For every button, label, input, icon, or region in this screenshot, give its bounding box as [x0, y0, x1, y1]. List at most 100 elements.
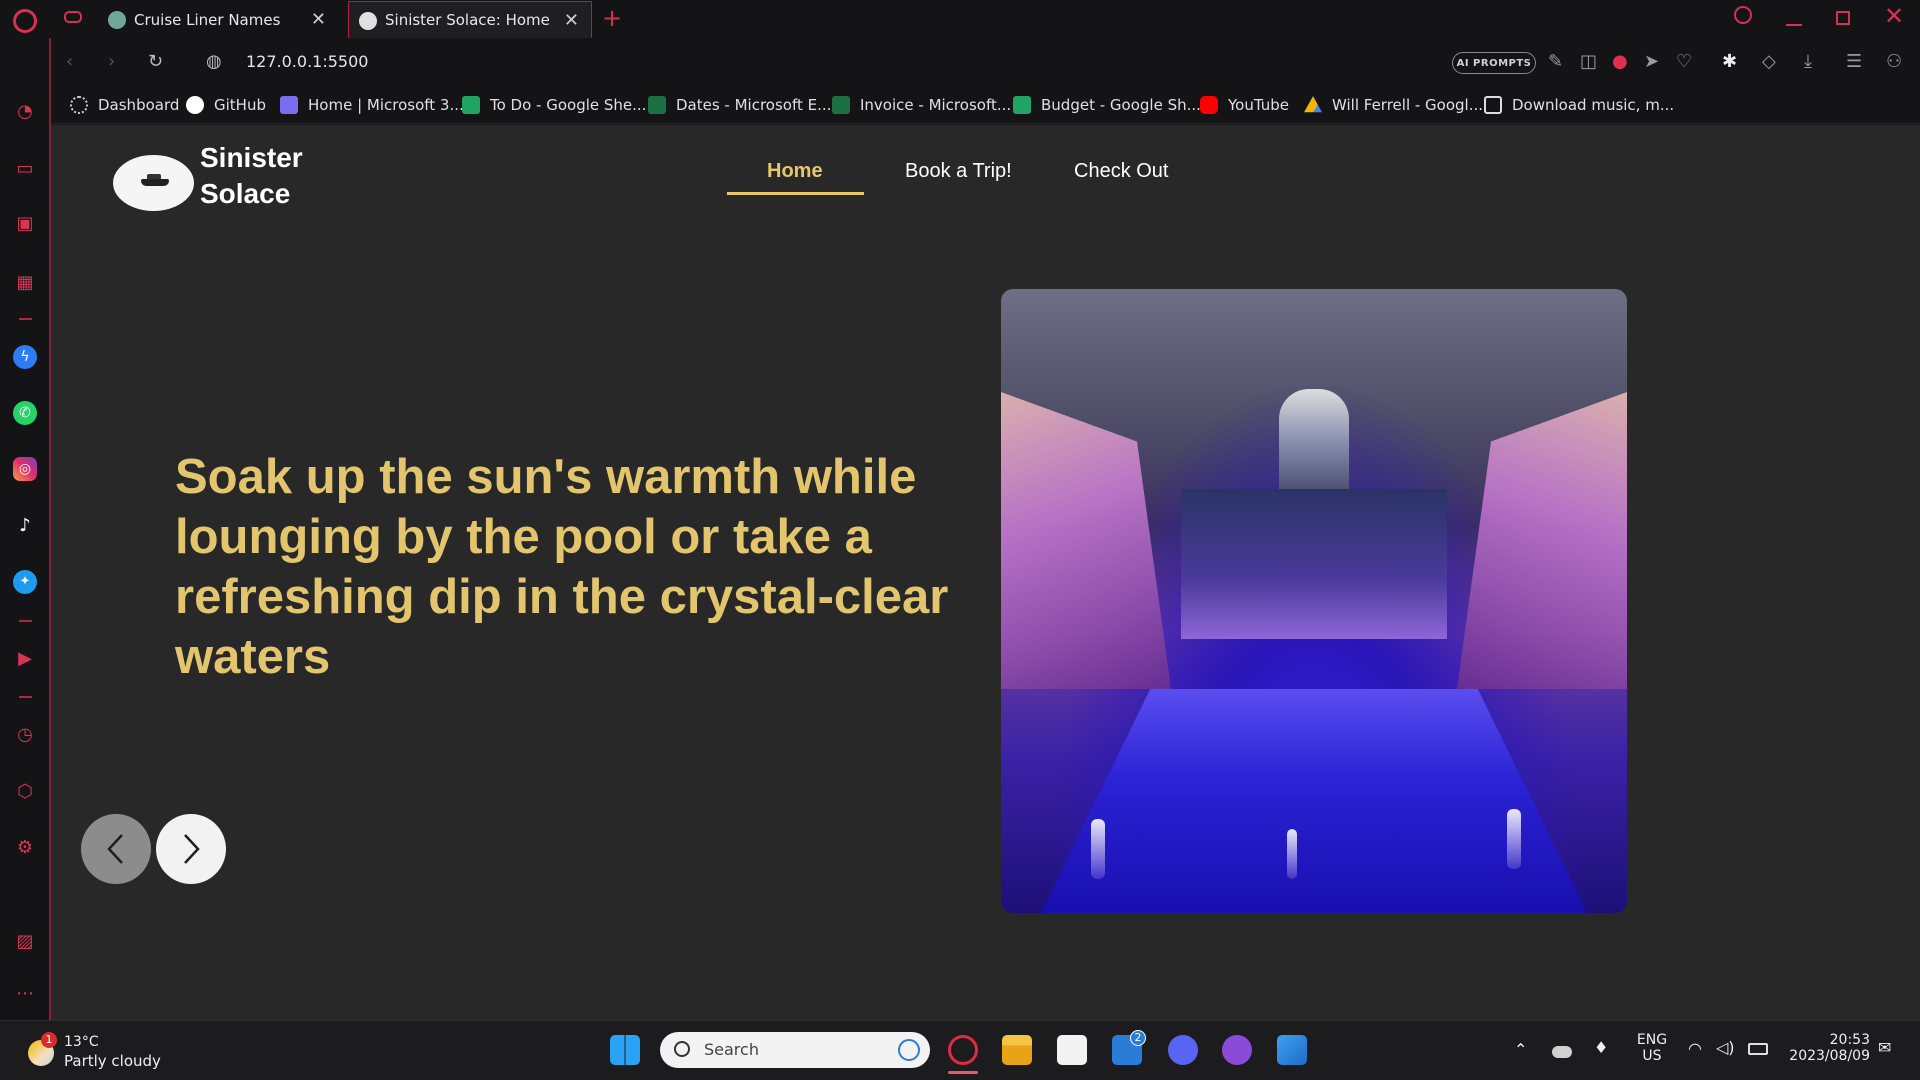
discord-icon[interactable] — [1168, 1035, 1198, 1065]
language-indicator[interactable]: ENG US — [1632, 1032, 1672, 1064]
tab-title: Sinister Solace: Home — [385, 11, 550, 29]
image-light-center — [1287, 829, 1297, 879]
chevron-right-icon — [184, 834, 200, 864]
bookmark-will-ferrell-drive[interactable]: Will Ferrell - Googl... — [1304, 94, 1483, 116]
clock[interactable]: 20:53 2023/08/09 — [1784, 1032, 1870, 1064]
sidebar-separator — [19, 620, 32, 622]
whatsapp-icon[interactable]: ✆ — [13, 401, 37, 425]
vpn-shield-icon[interactable]: ● — [1612, 52, 1628, 72]
github-icon — [186, 96, 204, 114]
extension-icon[interactable]: ✱ — [1722, 52, 1737, 72]
back-icon[interactable]: ‹ — [66, 52, 73, 72]
show-hidden-icons-chevron-icon[interactable]: ⌃ — [1514, 1040, 1527, 1059]
bing-icon — [898, 1039, 920, 1061]
close-tab-icon[interactable]: ✕ — [564, 10, 579, 31]
history-clock-icon[interactable]: ◷ — [13, 723, 37, 747]
instagram-icon[interactable]: ◎ — [13, 457, 37, 481]
cube-icon[interactable]: ◇ — [1762, 52, 1776, 72]
ai-prompts-button[interactable]: AI PROMPTS — [1452, 52, 1536, 74]
opera-logo-icon[interactable] — [13, 9, 37, 33]
camera-icon[interactable]: ◫ — [1580, 52, 1597, 72]
reload-icon[interactable]: ↻ — [148, 52, 163, 72]
weather-widget[interactable]: 1 13°C Partly cloudy — [24, 1032, 184, 1072]
bookmark-budget-sheets[interactable]: Budget - Google Sh... — [1013, 94, 1201, 116]
site-logo[interactable] — [113, 155, 194, 211]
bookmark-label: Download music, m... — [1512, 96, 1675, 114]
ship-hull — [141, 179, 169, 186]
image-pool — [1041, 689, 1587, 913]
bookmark-github[interactable]: GitHub — [186, 94, 266, 116]
microsoft-store-icon[interactable] — [1057, 1035, 1087, 1065]
speed-dial-icon[interactable]: ◔ — [13, 100, 37, 124]
image-light-right — [1507, 809, 1521, 869]
taskbar-search-box[interactable]: Search — [660, 1032, 930, 1068]
nav-book-a-trip[interactable]: Book a Trip! — [905, 160, 1012, 183]
bookmark-youtube[interactable]: YouTube — [1200, 94, 1289, 116]
nav-check-out[interactable]: Check Out — [1074, 160, 1168, 183]
search-tabs-icon[interactable] — [1734, 6, 1752, 24]
site-info-globe-icon[interactable]: ◍ — [206, 52, 222, 72]
notifications-icon[interactable]: ✉ — [1878, 1038, 1891, 1057]
more-dots-icon[interactable]: ⋯ — [13, 982, 37, 1006]
new-tab-plus-icon[interactable]: + — [602, 4, 622, 32]
volume-icon[interactable]: ◁) — [1716, 1038, 1735, 1057]
shopping-bag-icon[interactable]: ▭ — [13, 157, 37, 181]
tab-cruise-liner-names[interactable]: Cruise Liner Names ✕ — [98, 1, 338, 38]
microphone-icon[interactable]: ♦ — [1594, 1038, 1608, 1057]
sidebar-separator — [19, 696, 32, 698]
twitter-icon[interactable]: ✦ — [13, 570, 37, 594]
github-desktop-icon[interactable] — [1222, 1035, 1252, 1065]
minimize-icon[interactable] — [1786, 24, 1802, 26]
bookmark-todo-sheets[interactable]: To Do - Google She... — [462, 94, 646, 116]
send-icon[interactable]: ➤ — [1644, 52, 1659, 72]
extensions-cube-icon[interactable]: ⬡ — [13, 780, 37, 804]
carousel-next-button[interactable] — [156, 814, 226, 884]
active-app-indicator — [948, 1071, 978, 1074]
battery-icon[interactable] — [1748, 1043, 1768, 1055]
address-bar[interactable]: 127.0.0.1:5500 — [246, 52, 368, 71]
vscode-icon[interactable] — [1277, 1035, 1307, 1065]
language-line1: ENG — [1636, 1032, 1668, 1048]
youtube-icon — [1200, 96, 1218, 114]
messenger-icon[interactable]: ϟ — [13, 345, 37, 369]
heart-icon[interactable]: ♡ — [1676, 52, 1692, 72]
image-light-left — [1091, 819, 1105, 879]
bookmark-microsoft-365[interactable]: Home | Microsoft 3... — [280, 94, 464, 116]
forward-icon[interactable]: › — [108, 52, 115, 72]
cpu-limiter-icon[interactable]: ▦ — [13, 271, 37, 295]
wifi-icon[interactable]: ◠ — [1688, 1039, 1702, 1058]
nav-home[interactable]: Home — [767, 160, 823, 183]
file-explorer-icon[interactable] — [1002, 1035, 1032, 1065]
settings-gear-icon[interactable]: ⚙ — [13, 836, 37, 860]
bookmark-download-music[interactable]: Download music, m... — [1484, 94, 1674, 116]
profile-icon[interactable]: ⚇ — [1886, 52, 1902, 72]
twitch-icon[interactable]: ▣ — [13, 212, 37, 236]
language-line2: US — [1642, 1048, 1662, 1064]
bookmark-invoice-excel[interactable]: Invoice - Microsoft... — [832, 94, 1011, 116]
carousel-prev-button[interactable] — [81, 814, 151, 884]
bookmark-label: Budget - Google Sh... — [1041, 96, 1201, 114]
bookmark-dashboard[interactable]: Dashboard — [70, 94, 179, 116]
download-icon[interactable]: ⤓ — [1804, 52, 1812, 72]
windows-start-icon[interactable] — [610, 1035, 640, 1065]
close-tab-icon[interactable]: ✕ — [311, 9, 326, 30]
excel-icon — [832, 96, 850, 114]
restore-icon[interactable] — [1836, 11, 1850, 25]
easy-setup-icon[interactable]: ☰ — [1846, 52, 1862, 72]
weather-temp: 13°C — [64, 1034, 99, 1050]
gamepad-icon[interactable] — [64, 11, 82, 23]
gallery-icon[interactable]: ▨ — [13, 930, 37, 954]
close-window-icon[interactable]: ✕ — [1884, 2, 1904, 30]
tiktok-icon[interactable]: ♪ — [13, 514, 37, 538]
bookmark-label: GitHub — [214, 96, 266, 114]
cruise-pool-deck-image — [1001, 289, 1627, 913]
player-icon[interactable]: ▶ — [13, 647, 37, 671]
snapshot-edit-icon[interactable]: ✎ — [1548, 52, 1563, 72]
tab-sinister-solace-home[interactable]: Sinister Solace: Home ✕ — [348, 1, 592, 38]
bookmark-dates-excel[interactable]: Dates - Microsoft E... — [648, 94, 831, 116]
dashboard-icon — [70, 96, 88, 114]
google-sheets-icon — [1013, 96, 1031, 114]
onedrive-cloud-icon[interactable] — [1552, 1046, 1572, 1058]
opera-taskbar-icon[interactable] — [948, 1035, 978, 1065]
search-placeholder: Search — [704, 1040, 759, 1059]
